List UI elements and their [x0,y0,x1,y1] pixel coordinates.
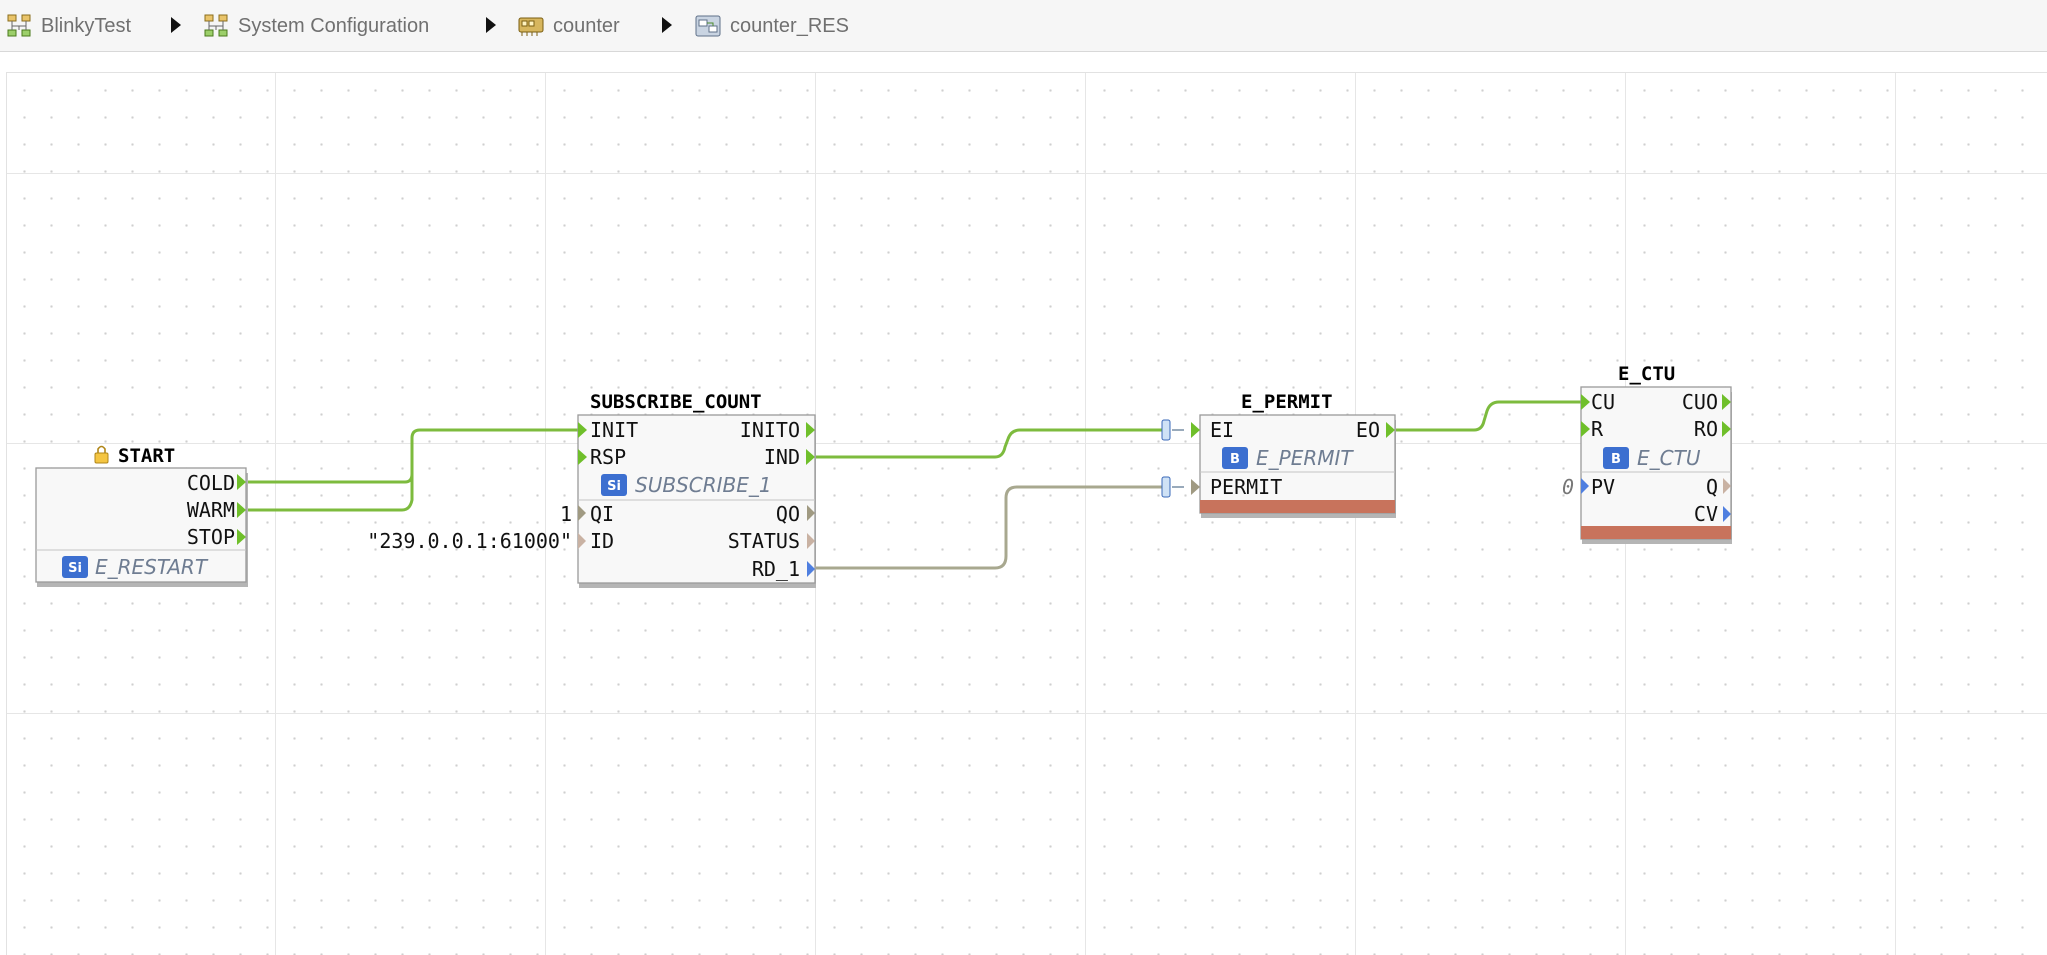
fb-e-permit[interactable]: E_PERMIT EI EO B E_PERMIT PERMIT [1161,391,1396,518]
pin-cu[interactable]: CU [1591,390,1615,414]
pin-qo[interactable]: QO [776,502,800,526]
pin-id[interactable]: ID [590,529,614,553]
pin-q[interactable]: Q [1706,475,1718,499]
pin-pv[interactable]: PV [1591,475,1615,499]
pin-rsp[interactable]: RSP [590,445,626,469]
block-type: SUBSCRIBE_1 [635,473,772,497]
connection-stub-icon[interactable] [1161,476,1184,498]
pin-ind[interactable]: IND [764,445,800,469]
fb-subscribe-count[interactable]: SUBSCRIBE_COUNT INIT RSP INITO IND Si SU… [577,391,816,588]
svg-text:B: B [1230,452,1240,467]
pin-r[interactable]: R [1591,417,1604,441]
pin-cuo[interactable]: CUO [1682,390,1718,414]
event-input-pin-icon[interactable] [1191,422,1200,438]
pin-cold[interactable]: COLD [187,471,235,495]
fb-start[interactable]: START COLD WARM STOP Si E_RESTART [35,445,248,587]
pin-stop[interactable]: STOP [187,525,235,549]
connection-stub-icon[interactable] [1161,419,1184,441]
parameter-id-value[interactable]: "239.0.0.1:61000" [367,529,572,553]
pin-status[interactable]: STATUS [728,529,800,553]
pin-inito[interactable]: INITO [740,418,800,442]
service-interface-type-icon: Si [62,556,88,578]
parameter-qi-value[interactable]: 1 [560,502,572,526]
block-type: E_PERMIT [1256,446,1354,470]
connection-rd1-to-permit[interactable] [815,485,1168,570]
pin-init[interactable]: INIT [590,418,638,442]
pin-cv[interactable]: CV [1694,502,1718,526]
error-marker-bar [1581,526,1731,539]
error-marker-bar [1200,500,1395,513]
pin-qi[interactable]: QI [590,502,614,526]
function-block-diagram: START COLD WARM STOP Si E_RESTART SUBSCR… [35,363,1732,588]
pin-eo[interactable]: EO [1356,418,1380,442]
svg-text:Si: Si [607,479,621,494]
block-type: E_RESTART [95,555,209,579]
connection-ind-to-ei[interactable] [815,428,1168,459]
data-input-pin-icon[interactable] [1191,479,1200,495]
service-interface-type-icon: Si [601,474,627,496]
connection-eo-to-cu[interactable] [1395,400,1581,432]
pin-ei[interactable]: EI [1210,418,1234,442]
pin-warm[interactable]: WARM [187,498,235,522]
svg-text:Si: Si [68,561,82,576]
fb-e-ctu[interactable]: E_CTU CU R CUO RO B E_CTU PV Q CV [1580,363,1732,544]
basic-fb-type-icon: B [1222,447,1248,469]
pin-rd-1[interactable]: RD_1 [752,557,800,581]
basic-fb-type-icon: B [1603,447,1629,469]
lock-icon [94,445,109,464]
svg-text:B: B [1611,452,1621,467]
parameter-pv-value[interactable]: 0 [1562,475,1574,499]
block-name: E_PERMIT [1241,391,1333,413]
connection-warm-to-init[interactable] [246,474,414,512]
block-type: E_CTU [1637,446,1701,470]
block-name: SUBSCRIBE_COUNT [590,391,762,413]
block-name: START [118,445,175,467]
pin-ro[interactable]: RO [1694,417,1718,441]
block-name: E_CTU [1618,363,1675,385]
pin-permit[interactable]: PERMIT [1210,475,1282,499]
